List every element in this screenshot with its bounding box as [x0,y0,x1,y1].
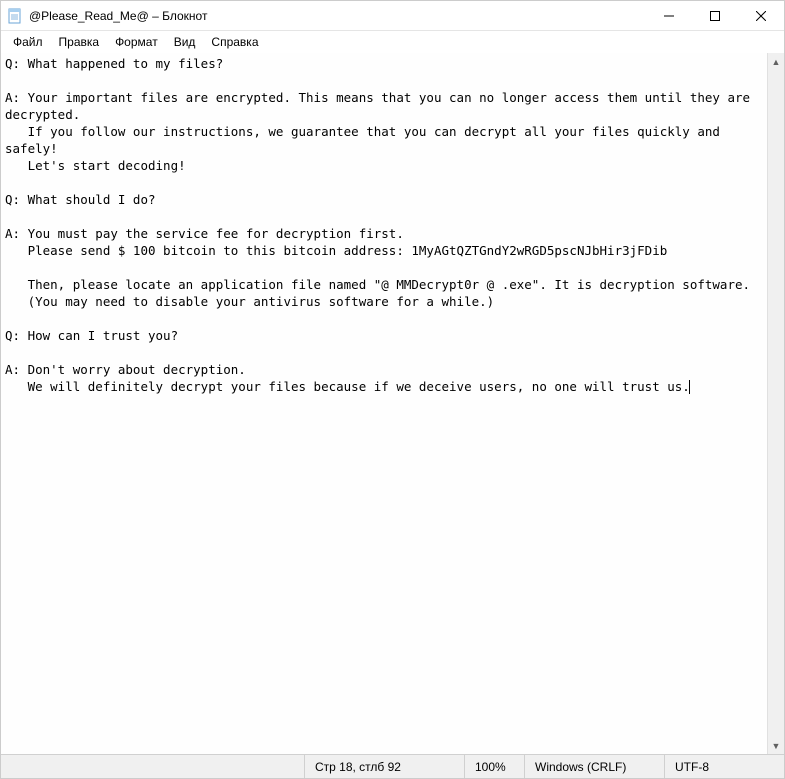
status-spacer [1,755,304,778]
menu-edit[interactable]: Правка [51,33,108,51]
scroll-up-arrow[interactable]: ▲ [768,53,784,70]
content-area: Q: What happened to my files? A: Your im… [1,53,784,754]
window-controls [646,1,784,30]
text-editor[interactable]: Q: What happened to my files? A: Your im… [1,53,767,754]
status-zoom: 100% [464,755,524,778]
scroll-down-arrow[interactable]: ▼ [768,737,784,754]
close-button[interactable] [738,1,784,31]
notepad-icon [7,8,23,24]
minimize-button[interactable] [646,1,692,31]
window-title: @Please_Read_Me@ – Блокнот [27,9,646,23]
menubar: Файл Правка Формат Вид Справка [1,31,784,53]
menu-file[interactable]: Файл [5,33,51,51]
text-caret [689,380,690,394]
vertical-scrollbar[interactable]: ▲ ▼ [767,53,784,754]
scroll-track[interactable] [768,70,784,737]
status-line-ending: Windows (CRLF) [524,755,664,778]
status-encoding: UTF-8 [664,755,784,778]
menu-format[interactable]: Формат [107,33,166,51]
menu-view[interactable]: Вид [166,33,204,51]
menu-help[interactable]: Справка [203,33,266,51]
document-text: Q: What happened to my files? A: Your im… [5,56,758,394]
statusbar: Стр 18, стлб 92 100% Windows (CRLF) UTF-… [1,754,784,778]
status-position: Стр 18, стлб 92 [304,755,464,778]
maximize-button[interactable] [692,1,738,31]
titlebar: @Please_Read_Me@ – Блокнот [1,1,784,31]
